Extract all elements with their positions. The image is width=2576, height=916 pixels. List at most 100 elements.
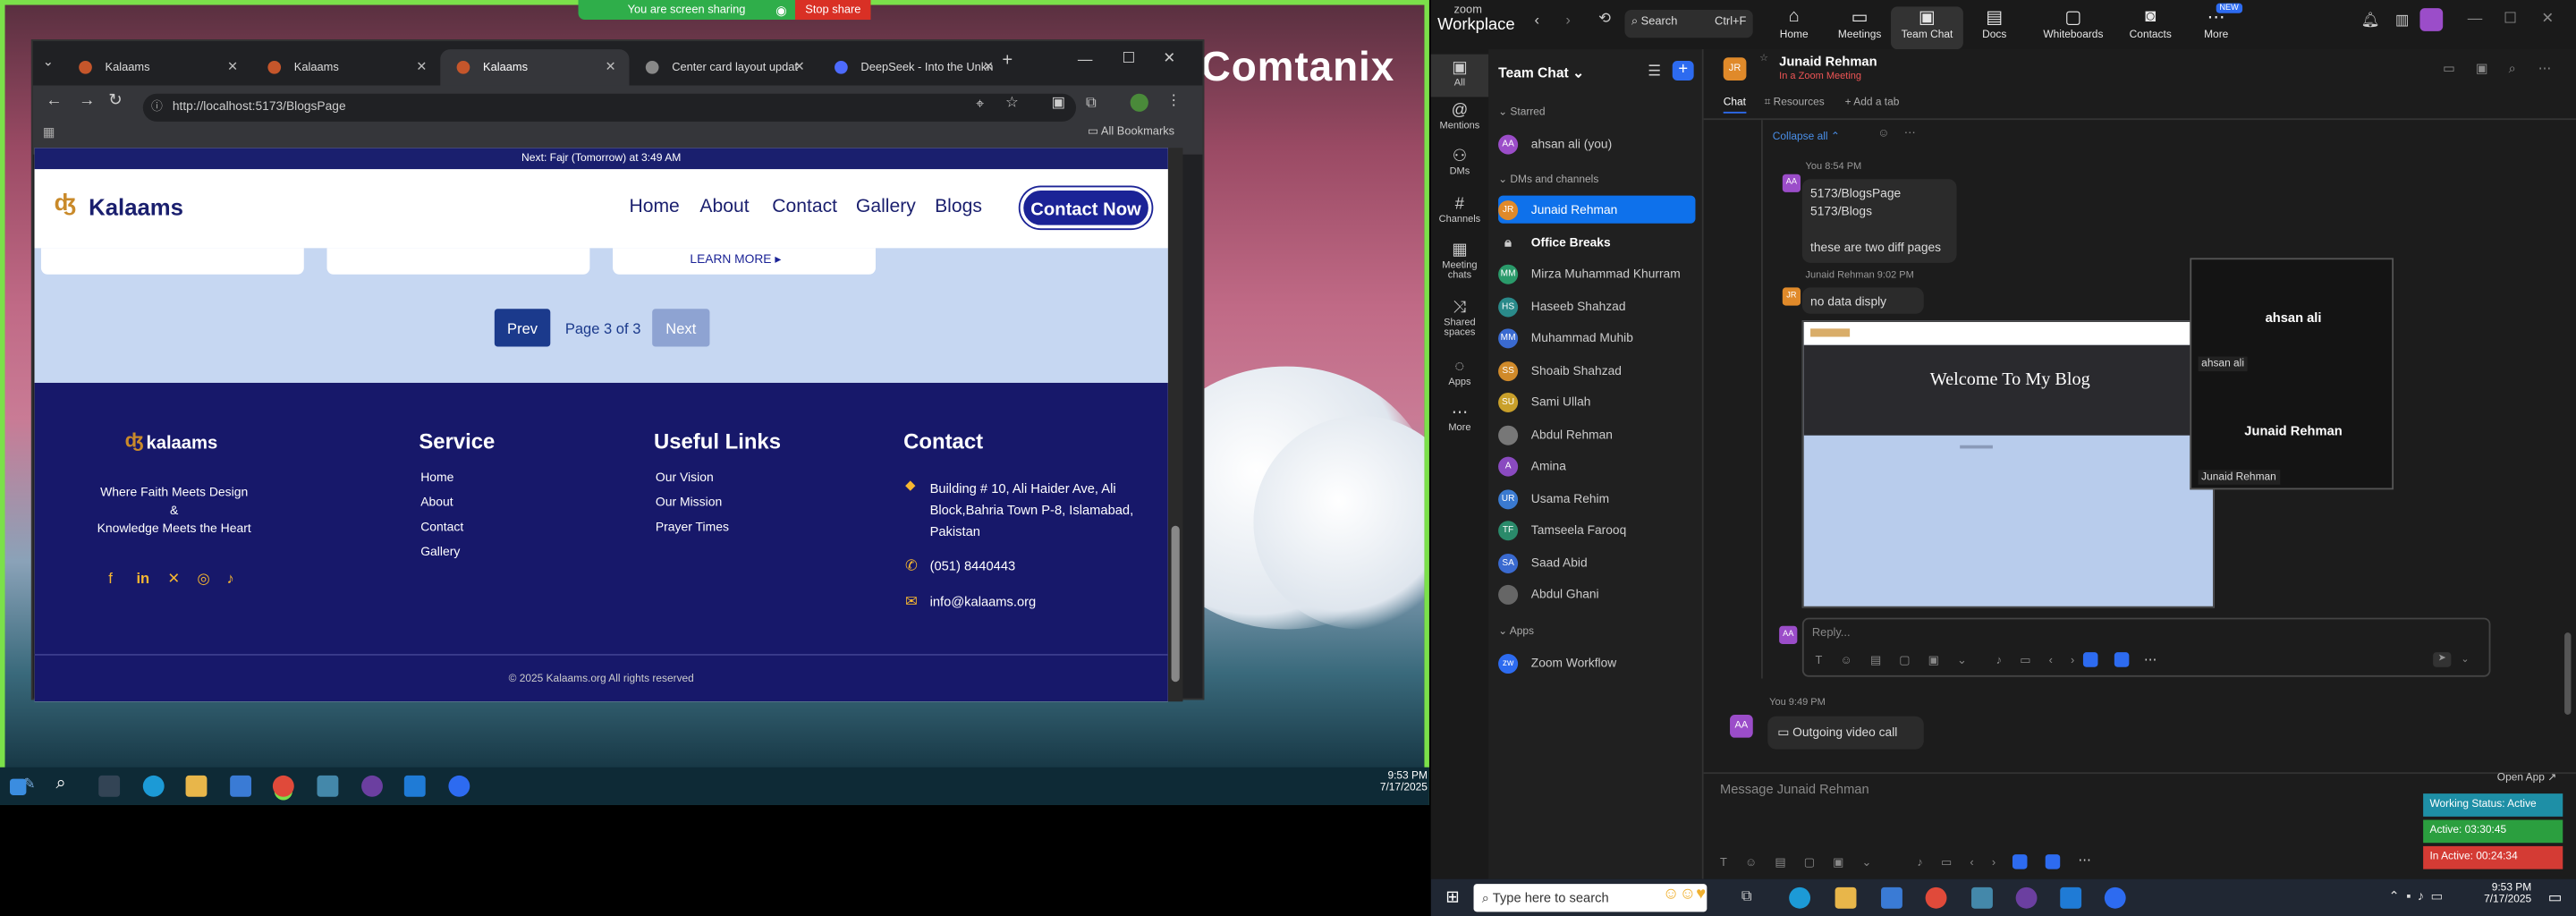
bookmark-star-icon[interactable]: ☆ [1005,94,1019,112]
footer-link-gallery[interactable]: Gallery [420,544,460,559]
edge-icon[interactable] [1789,886,1811,909]
forward-icon[interactable]: › [1565,12,1571,28]
next-button[interactable]: Next [652,309,710,347]
more-icon[interactable]: ⋯ [2144,652,2157,667]
site-info-icon[interactable]: ⓘ [151,98,163,114]
close-window-icon[interactable]: ✕ [2541,10,2554,28]
dms-header[interactable]: ⌄ DMs and channels [1498,173,1598,186]
star-icon[interactable]: ☆ [1759,53,1768,64]
channel-item[interactable]: 🔒︎ Office Breaks [1498,228,1695,256]
nav-gallery[interactable]: Gallery [856,197,916,216]
screenshot-attachment[interactable]: Welcome To My Blog [1801,320,2215,608]
tab-search-icon[interactable]: ⌄ [43,55,54,70]
rail-meeting-chats[interactable]: ▦ Meeting chats [1431,242,1488,281]
facebook-icon[interactable]: f [108,570,113,586]
nav-home[interactable]: Home [629,197,679,216]
store-icon[interactable] [230,775,252,797]
site-logo[interactable]: Kalaams [89,194,183,220]
tab-add[interactable]: + Add a tab [1845,97,1900,108]
github-icon[interactable] [2015,886,2038,909]
browser-tab[interactable]: Kalaams ✕ [63,49,251,85]
close-icon[interactable]: ✕ [794,59,805,74]
app-icon[interactable] [2012,854,2028,869]
send-icon[interactable]: ➤ [2433,652,2452,667]
stop-share-button[interactable]: Stop share [795,0,871,21]
message-input[interactable]: Message Junaid Rehman [1720,782,1869,797]
menu-icon[interactable]: ⋮ [1166,92,1182,110]
nav-docs[interactable]: ▤ Docs [1958,6,2030,41]
footer-phone[interactable]: (051) 8440443 [930,558,1016,573]
contact-item-active[interactable]: JR Junaid Rehman [1498,195,1696,224]
contact-item[interactable]: MM Muhammad Muhib [1498,324,1695,352]
instagram-icon[interactable]: ◎ [197,570,209,588]
nav-blogs[interactable]: Blogs [935,197,982,216]
rail-dms[interactable]: ⚇ DMs [1431,148,1488,177]
zoom-icon[interactable] [2104,886,2126,909]
video-icon[interactable]: ▭ [2443,61,2455,76]
new-chat-button[interactable]: + [1672,60,1694,81]
maximize-icon[interactable]: ☐ [1122,49,1135,67]
search-icon[interactable]: ⌕ [55,774,65,795]
forward-icon[interactable]: → [79,92,95,110]
minimize-icon[interactable]: — [1078,51,1093,67]
file-explorer-icon[interactable] [185,775,208,797]
scrollbar-thumb[interactable] [1171,525,1180,683]
compose-toolbar[interactable]: T☺▤▢▣⌄ [1720,856,1889,869]
filter-icon[interactable]: ☰ [1648,63,1661,81]
task-view-icon[interactable]: ⧉ [1741,887,1752,905]
chevron-down-icon[interactable]: ⌄ [2461,654,2469,666]
search-icon[interactable]: ⌕ [2509,61,2516,77]
call-bubble[interactable]: ▭ Outgoing video call [1767,716,1924,750]
url-field[interactable]: http://localhost:5173/BlogsPage [142,93,1077,122]
panel-icon[interactable]: ▥ [2395,12,2410,30]
contact-item[interactable]: TF Tamseela Farooq [1498,516,1695,544]
nav-home[interactable]: ⌂ Home [1758,6,1830,41]
contact-item[interactable]: HS Haseeb Shahzad [1498,293,1695,320]
emoji-icon[interactable]: ☺ [1877,128,1889,140]
start-icon[interactable] [10,778,27,795]
x-twitter-icon[interactable]: ✕ [167,570,180,588]
zoom-icon[interactable] [448,775,470,797]
maximize-icon[interactable]: ☐ [2504,10,2517,28]
contact-item[interactable]: Abdul Ghani [1498,580,1695,607]
close-icon[interactable]: ✕ [416,59,427,74]
nav-about[interactable]: About [699,197,749,216]
close-icon[interactable]: ✕ [605,59,615,74]
notification-icon[interactable]: ▭ [2548,889,2563,907]
task-view-icon[interactable] [98,775,121,797]
nav-whiteboards[interactable]: ▢ Whiteboards [2038,6,2110,41]
footer-link-about[interactable]: About [420,495,453,510]
back-icon[interactable]: ‹ [1534,12,1539,28]
rail-apps[interactable]: ◌ Apps [1431,358,1488,387]
github-icon[interactable] [361,775,383,797]
bell-icon[interactable]: 🔔︎ [2360,12,2379,30]
page-scrollbar[interactable] [1167,148,1183,702]
vscode-icon[interactable] [403,775,426,797]
contact-item[interactable]: Abdul Rehman [1498,420,1695,448]
close-icon[interactable]: ✕ [983,59,994,74]
starred-header[interactable]: ⌄ Starred [1498,106,1546,118]
all-bookmarks[interactable]: ▭ All Bookmarks [1088,125,1174,138]
rail-shared-spaces[interactable]: ⤨ Shared spaces [1431,299,1488,338]
app-item[interactable]: zw Zoom Workflow [1498,649,1695,676]
chrome-icon[interactable] [1925,886,1947,909]
back-icon[interactable]: ← [46,92,62,110]
edge-icon[interactable] [142,775,165,797]
contact-item[interactable]: MM Mirza Muhammad Khurram [1498,259,1695,287]
reply-box[interactable]: Reply... T☺▤▢▣⌄ ♪▭‹› ⋯ ➤ ⌄ [1801,617,2491,677]
contact-item[interactable]: SU Sami Ullah [1498,387,1695,415]
footer-link-contact[interactable]: Contact [420,519,463,534]
footer-email[interactable]: info@kalaams.org [930,595,1037,610]
profile-avatar[interactable] [1130,93,1148,112]
rail-all[interactable]: ▣ All [1430,54,1489,98]
blog-card[interactable] [326,248,590,275]
learn-more-link[interactable]: LEARN MORE ▸ [690,251,781,267]
rail-more[interactable]: ⋯ More [1431,404,1488,434]
tab-resources[interactable]: ⌗ Resources [1765,97,1825,110]
rail-channels[interactable]: # Channels [1431,196,1488,225]
contact-item-self[interactable]: AA ahsan ali (you) [1498,130,1695,157]
apps-grid-icon[interactable]: ▦ [43,125,55,140]
contact-item[interactable]: SS Shoaib Shahzad [1498,357,1695,385]
rail-mentions[interactable]: @ Mentions [1431,102,1488,131]
collapse-all-button[interactable]: Collapse all ⌃ [1773,130,1840,143]
